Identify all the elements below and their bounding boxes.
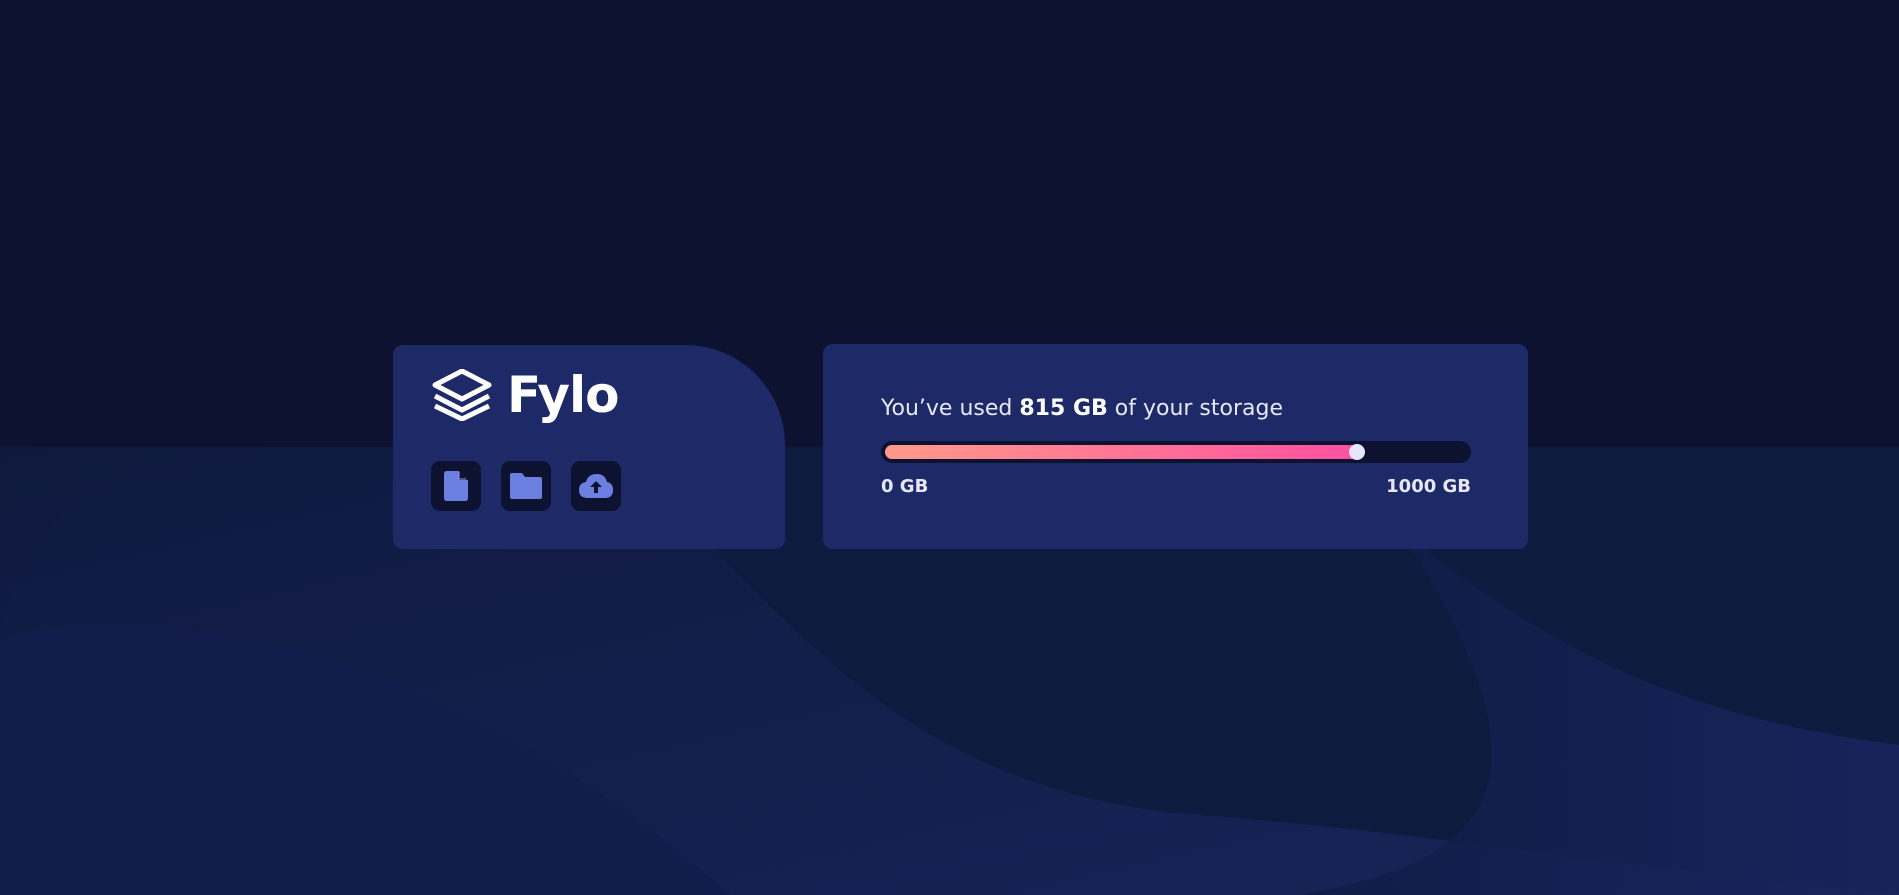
storage-progress-fill: [885, 445, 1359, 459]
usage-suffix: of your storage: [1107, 396, 1284, 421]
storage-max-label: 1000 GB: [1386, 476, 1471, 497]
document-icon: [444, 471, 468, 501]
cloud-upload-icon: [579, 474, 613, 498]
usage-prefix: You’ve used: [881, 396, 1020, 421]
storage-card: You’ve used 815 GB of your storage 0 GB …: [823, 344, 1528, 549]
used-amount: 815 GB: [1019, 396, 1108, 421]
logo-text: Fylo: [507, 366, 620, 424]
storage-progress-thumb: [1349, 444, 1365, 460]
document-button[interactable]: [431, 461, 481, 511]
upload-button[interactable]: [571, 461, 621, 511]
folder-button[interactable]: [501, 461, 551, 511]
folder-icon: [510, 473, 542, 499]
fylo-logo: Fylo: [431, 366, 620, 424]
logo-card: Fylo: [393, 345, 785, 549]
storage-min-label: 0 GB: [881, 476, 929, 497]
storage-usage-text: You’ve used 815 GB of your storage: [881, 396, 1283, 422]
file-action-toolbar: [431, 461, 621, 511]
storage-progress-bar: [881, 441, 1471, 463]
stacked-layers-icon: [432, 369, 492, 421]
